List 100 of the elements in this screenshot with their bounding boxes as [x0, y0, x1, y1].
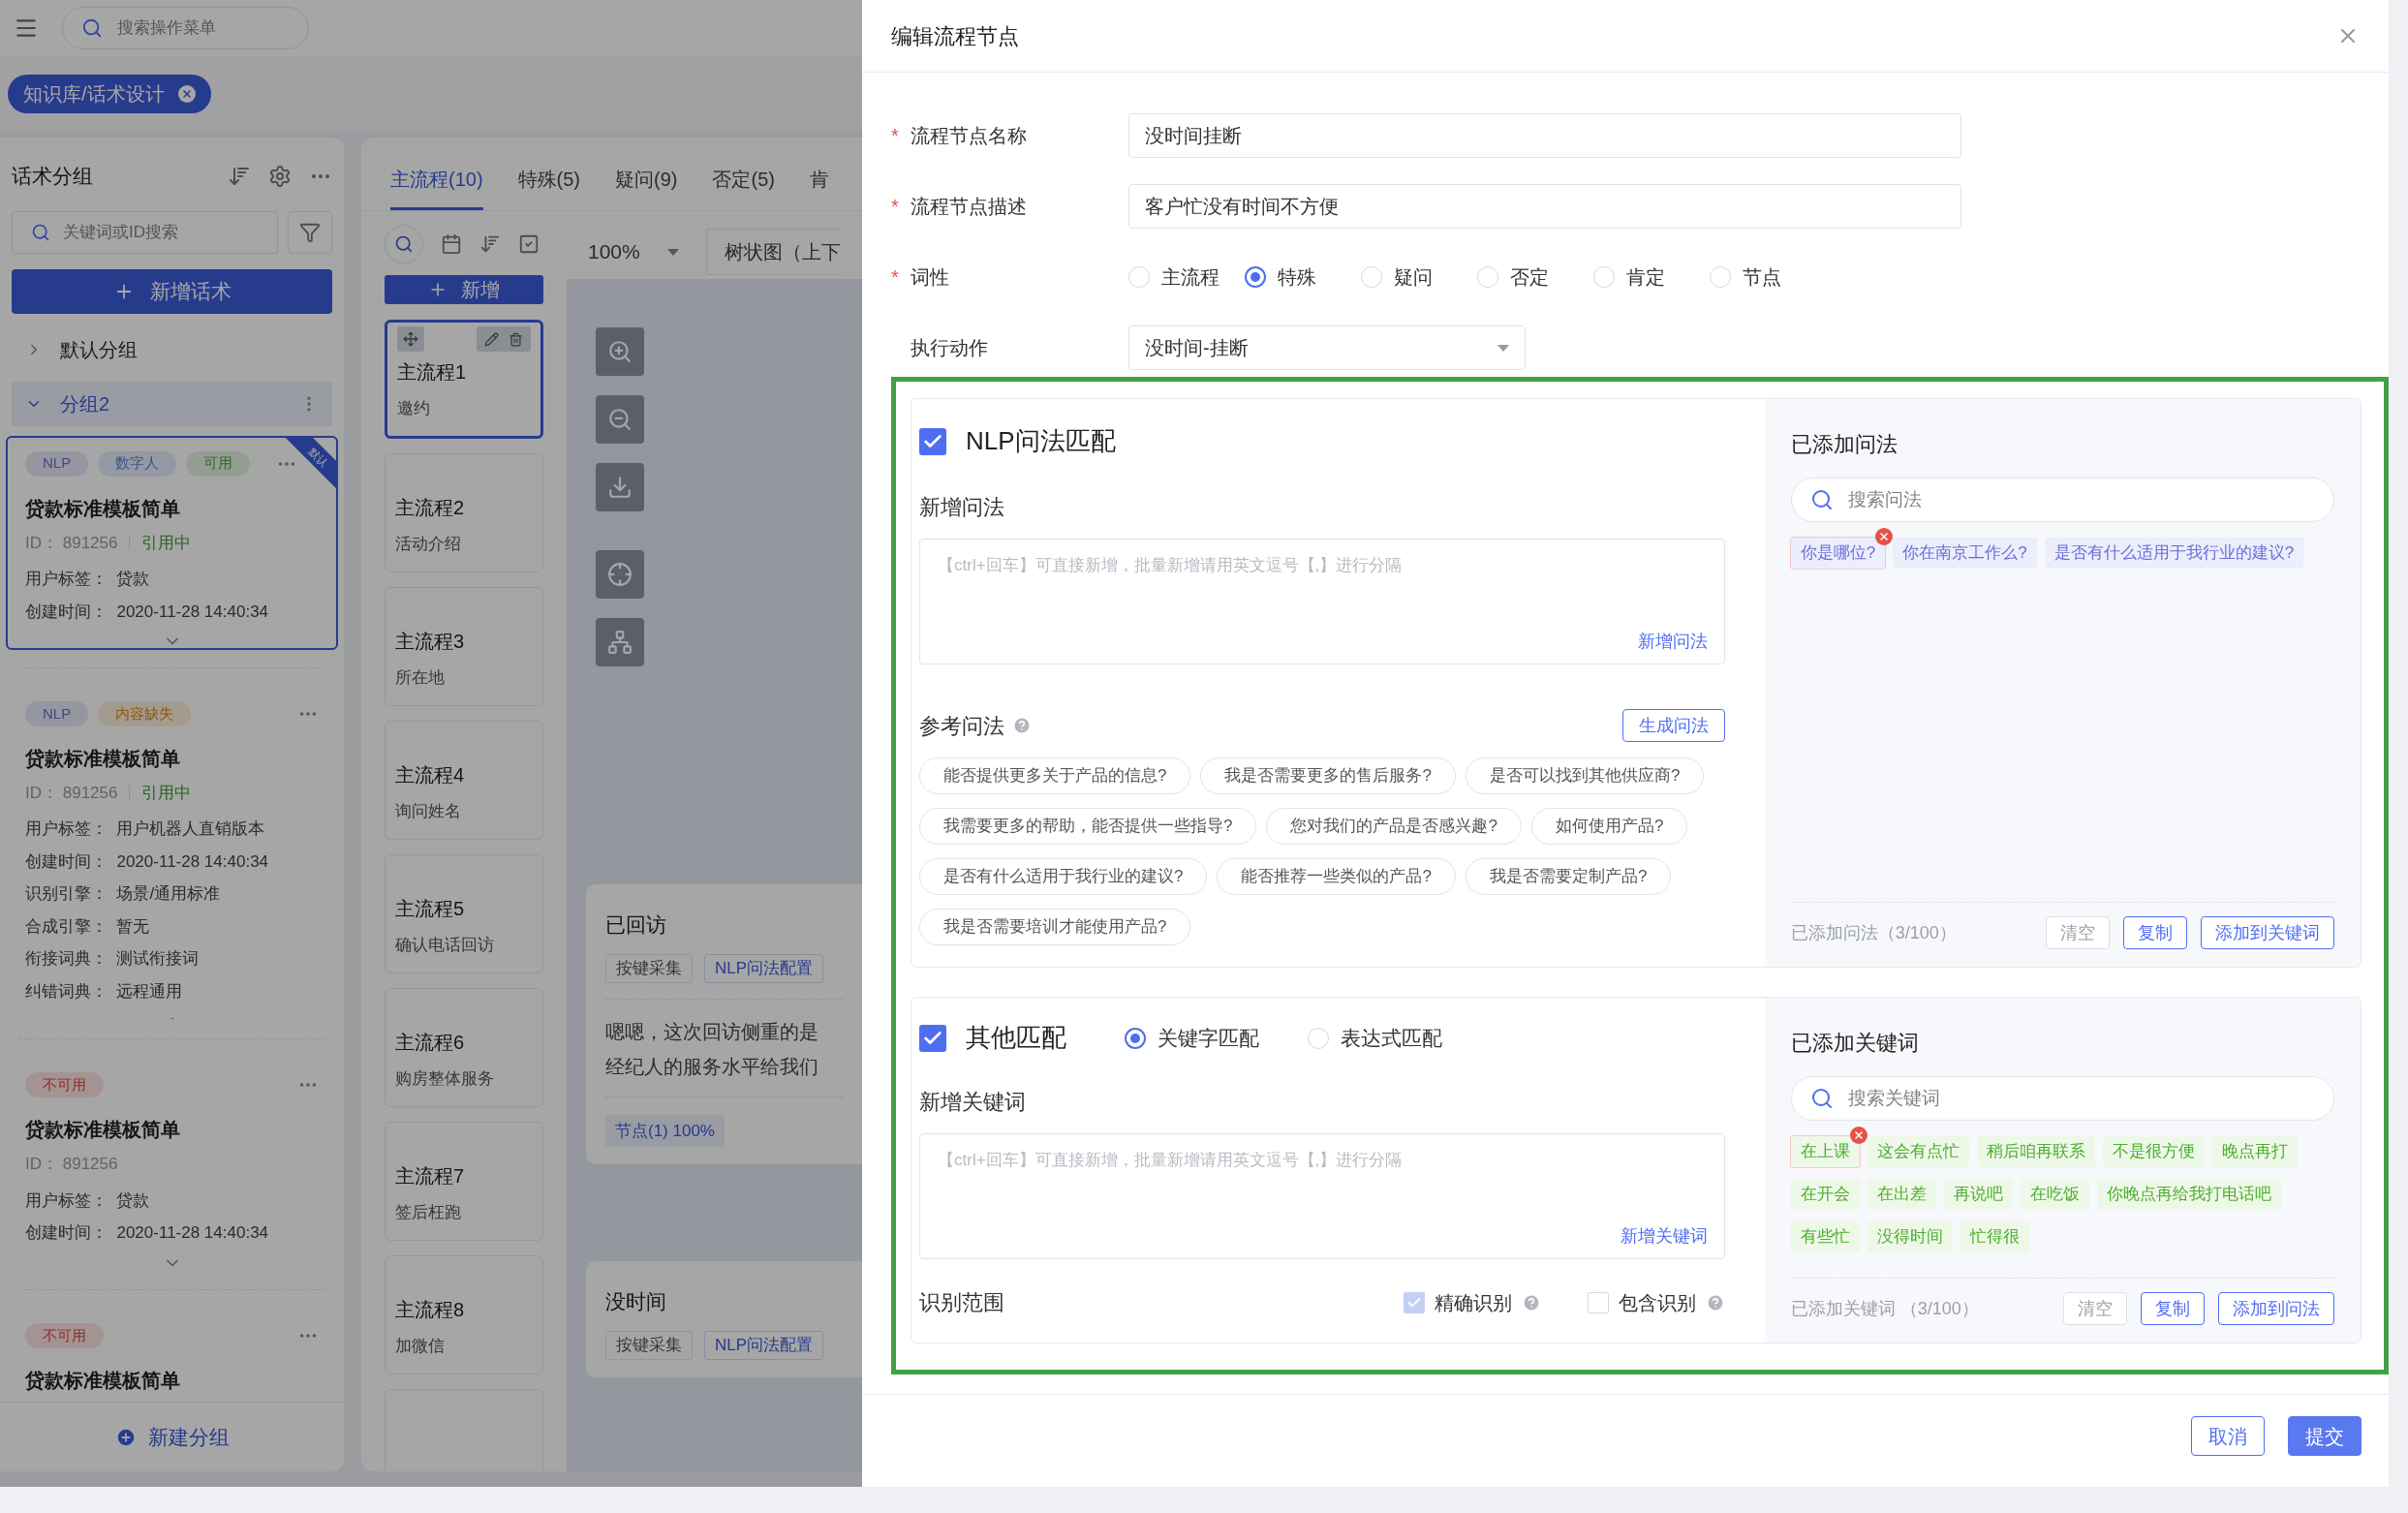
- node-subtitle: 所在地: [395, 667, 446, 689]
- delete-icon[interactable]: [509, 331, 523, 347]
- node-subtitle: 加微信: [395, 1336, 446, 1357]
- status-tag: 不可用: [25, 1072, 104, 1098]
- remove-button[interactable]: [1875, 528, 1894, 545]
- node-title: 已回访: [605, 912, 667, 938]
- search-field[interactable]: 搜索问法: [1790, 478, 2334, 522]
- field-label: 流程节点名称: [911, 124, 1027, 148]
- flow-node[interactable]: 已回访 按键采集 NLP问法配置 嗯嗯，这次回访侧重的是 经纪人的服务水平给我们 节点(1) 100%: [586, 884, 862, 1164]
- panel-title: 已添加问法: [1790, 431, 1899, 458]
- usage-status: 引用中: [141, 782, 192, 804]
- zoom-in-icon: [607, 339, 633, 364]
- move-button[interactable]: [397, 326, 424, 352]
- required-mark: *: [891, 125, 899, 146]
- select-field[interactable]: 没时间-挂断: [1128, 325, 1526, 370]
- dialog-button[interactable]: 取消: [2191, 1416, 2265, 1456]
- add-script-button[interactable]: 新增话术: [12, 268, 332, 314]
- generate-button[interactable]: 生成问法: [1622, 709, 1725, 742]
- node-card[interactable]: 主流程6 购房整体服务: [385, 988, 543, 1107]
- card-title: 贷款标准模板简单: [25, 1368, 181, 1393]
- zoom-in-button[interactable]: [596, 327, 644, 376]
- checkbox[interactable]: [1404, 1291, 1425, 1313]
- question-tag[interactable]: 你是哪位?: [1790, 538, 1886, 569]
- text-field[interactable]: 没时间挂断: [1128, 113, 1961, 158]
- script-card[interactable]: 不可用 贷款标准模板简单 ID： 891256 用户标签： 贷款 创建时间： 2020-11-28 14:40:34: [6, 1057, 338, 1272]
- new-group-button[interactable]: 新建分组: [114, 1421, 230, 1453]
- add-node-button[interactable]: 新增: [385, 275, 543, 304]
- layout-select[interactable]: 树状图（上下: [705, 229, 841, 275]
- text-field[interactable]: 客户忙没有时间不方便: [1128, 184, 1961, 229]
- count-label: 已添加关键词 （3/100）: [1790, 1297, 1979, 1320]
- node-card[interactable]: 主流程5 确认电话回访: [385, 854, 543, 973]
- action-button[interactable]: 添加到问法: [2218, 1292, 2334, 1325]
- flow-tab[interactable]: 肯: [809, 165, 829, 210]
- zoom-select[interactable]: 100%: [588, 236, 640, 267]
- section-title: 其他匹配: [966, 1022, 1066, 1054]
- node-title: 主流程4: [395, 763, 466, 787]
- checkbox[interactable]: [919, 1024, 946, 1052]
- subsection-title: 新增问法: [919, 494, 1005, 521]
- node-card[interactable]: 主流程1 邀约: [385, 320, 543, 439]
- action-button[interactable]: 复制: [2141, 1292, 2205, 1325]
- checkbox[interactable]: [1588, 1291, 1609, 1313]
- action-button[interactable]: 复制: [2123, 916, 2187, 949]
- flow-tab[interactable]: 疑问(9): [615, 165, 678, 210]
- script-card[interactable]: 不可用 贷款标准模板简单: [6, 1307, 338, 1402]
- node-card[interactable]: 主流程3 所在地: [385, 587, 543, 706]
- node-card[interactable]: 主流程4 询问姓名: [385, 721, 543, 840]
- status-tag: 内容缺失: [98, 700, 192, 726]
- script-card[interactable]: 默认 NLP 数字人 可用 贷款标准模板简单 ID： 891256 引用中 用户标签： 贷款 创建时间： 2020-11-28 14:40:34: [6, 435, 338, 650]
- script-card[interactable]: NLP 内容缺失 贷款标准模板简单 ID： 891256 引用中 用户标签： 用户机器人直销版本 创建时间： 2020-11-28 14:40:34 识别引擎： 场景/通用标准 合成引擎： 暂无 衔接词典： 测试衔接词 纠错词典： 远程通用: [6, 685, 338, 1022]
- node-title: 主流程1: [397, 360, 468, 385]
- radio-button[interactable]: [1125, 1027, 1146, 1049]
- radio-label: 节点: [1743, 265, 1781, 290]
- caret-icon: [1497, 344, 1509, 352]
- node-card[interactable]: 主流程7 签后枉跑: [385, 1122, 543, 1241]
- search-field[interactable]: 关键词或ID搜索: [12, 210, 278, 254]
- search-icon: [31, 222, 50, 242]
- breadcrumb-tab[interactable]: 知识库/话术设计: [8, 75, 211, 113]
- node-card[interactable]: 主流程2 活动介绍: [385, 453, 543, 572]
- group-item[interactable]: 默认分组: [60, 334, 319, 364]
- download-button[interactable]: [596, 463, 644, 511]
- flow-node[interactable]: 没时间 按键采集 NLP问法配置: [586, 1261, 862, 1377]
- close-button[interactable]: [177, 85, 196, 103]
- node-tag: 按键采集: [605, 1330, 693, 1360]
- zoom-out-button[interactable]: [596, 395, 644, 444]
- question-tag[interactable]: 你在南京工作么?: [1893, 538, 2037, 569]
- dialog-button[interactable]: 提交: [2288, 1416, 2362, 1456]
- required-mark: *: [891, 266, 899, 288]
- node-text: 嗯嗯，这次回访侧重的是: [605, 1019, 819, 1044]
- action-button[interactable]: 添加到关键词: [2201, 916, 2334, 949]
- checkbox[interactable]: [919, 427, 946, 455]
- hierarchy-button[interactable]: [596, 618, 644, 666]
- flow-tab[interactable]: 主流程(10): [390, 165, 483, 210]
- download-icon: [607, 475, 633, 500]
- edit-icon[interactable]: [484, 331, 499, 347]
- close-icon: [1878, 531, 1891, 542]
- count-label: 已添加问法（3/100）: [1790, 921, 1957, 944]
- remove-button[interactable]: [1849, 1127, 1868, 1144]
- flow-tab[interactable]: 否定(5): [712, 165, 775, 210]
- add-link[interactable]: 新增问法: [1638, 629, 1708, 655]
- node-tag: 按键采集: [605, 953, 693, 983]
- radio-button[interactable]: [1245, 266, 1266, 288]
- radio-label: 肯定: [1626, 265, 1665, 290]
- checkbox-icon[interactable]: [518, 233, 540, 255]
- node-title: 主流程6: [395, 1031, 466, 1055]
- settings-icon[interactable]: [268, 164, 292, 188]
- locate-button[interactable]: [596, 550, 644, 599]
- help-icon: [1012, 716, 1032, 735]
- status-tag: NLP: [25, 450, 89, 477]
- filter-button[interactable]: [288, 210, 332, 254]
- flow-tab[interactable]: 特殊(5): [517, 165, 581, 210]
- question-tag[interactable]: 是否有什么适用于我行业的建议?: [2044, 538, 2304, 569]
- add-link[interactable]: 新增关键词: [1621, 1223, 1708, 1250]
- calendar-icon[interactable]: [441, 233, 462, 255]
- search-field[interactable]: 搜索操作菜单: [62, 7, 309, 49]
- node-subtitle: 邀约: [397, 398, 431, 419]
- subsection-title: 识别范围: [919, 1289, 1004, 1316]
- search-field[interactable]: 搜索关键词: [1790, 1076, 2334, 1121]
- sort-icon[interactable]: [479, 233, 501, 255]
- card-id: ID： 891256: [25, 782, 118, 804]
- node-card[interactable]: 主流程8 加微信: [385, 1255, 543, 1374]
